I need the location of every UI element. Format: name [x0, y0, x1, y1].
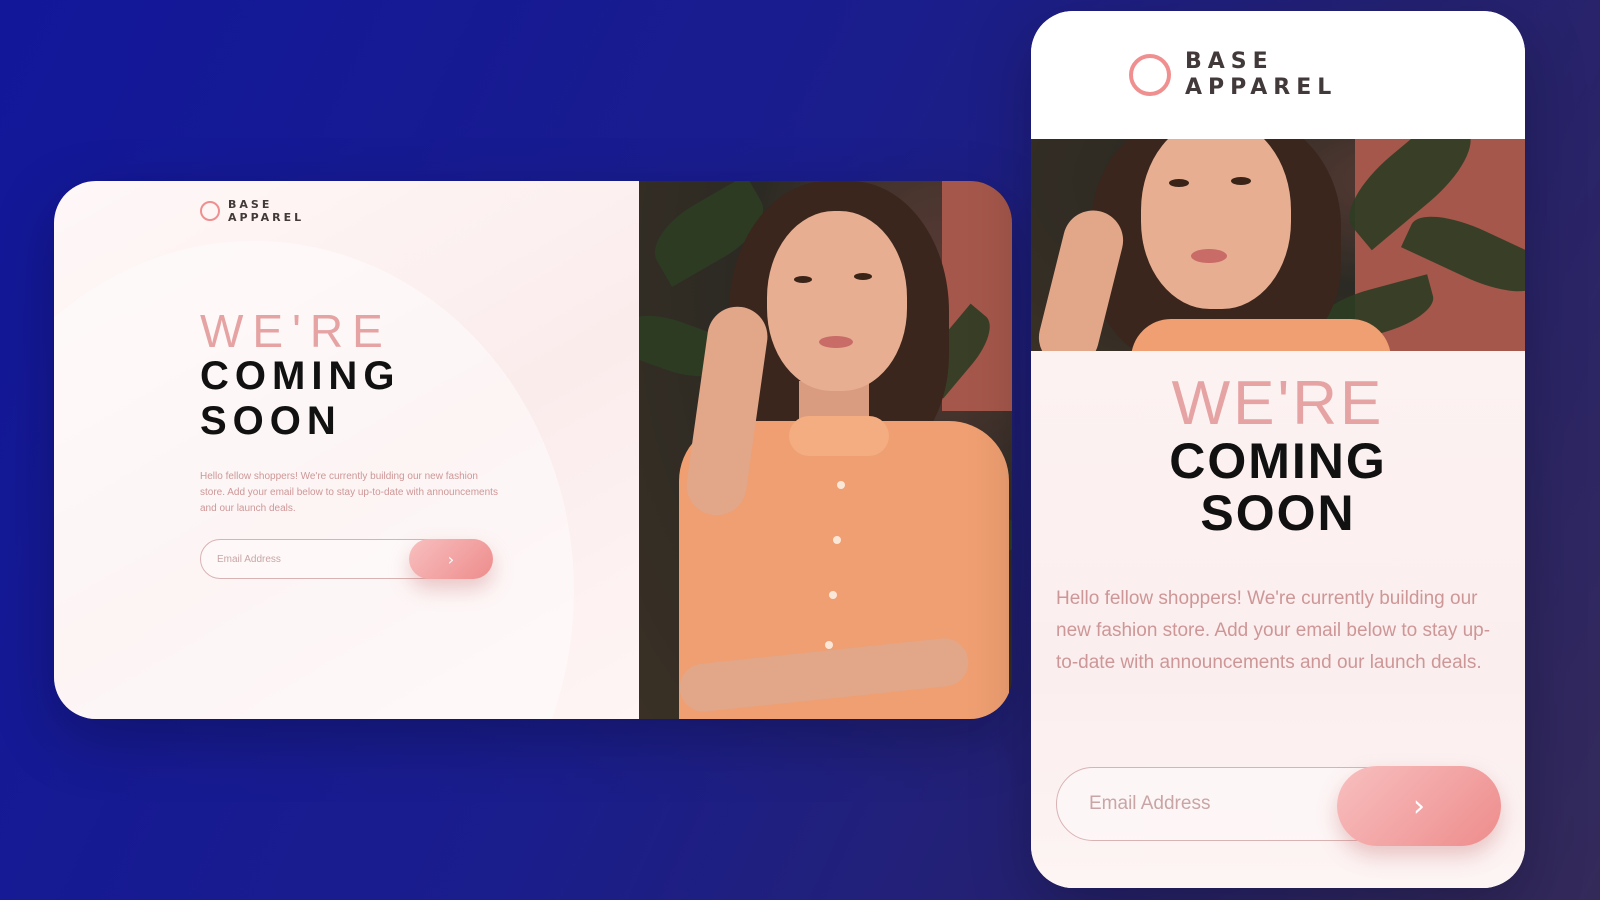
heading-thin: WE'RE: [200, 305, 392, 357]
heading-bold-2: SOON: [200, 399, 342, 443]
chevron-right-icon: ›: [1413, 788, 1425, 824]
brand-logo-mobile[interactable]: BASE APPAREL: [1129, 51, 1337, 99]
desktop-preview: BASE APPAREL WE'RE COMING SOON Hello fel…: [54, 181, 1012, 719]
description-text: Hello fellow shoppers! We're currently b…: [200, 471, 498, 514]
email-form: ›: [200, 539, 493, 579]
submit-button[interactable]: ›: [1337, 766, 1501, 846]
desktop-content-panel: BASE APPAREL WE'RE COMING SOON Hello fel…: [54, 181, 639, 719]
heading-thin: WE'RE: [1171, 369, 1385, 438]
submit-button[interactable]: ›: [409, 539, 493, 579]
logo-line-1: BASE: [1185, 49, 1274, 74]
logo-wordmark: BASE APPAREL: [1185, 51, 1337, 99]
page-heading: WE'RE COMING SOON: [200, 308, 400, 444]
logo-line-2: APPAREL: [1185, 75, 1338, 100]
email-form: ›: [1056, 766, 1501, 846]
logo-wordmark: BASE APPAREL: [228, 199, 304, 223]
heading-bold-2: SOON: [1200, 485, 1356, 541]
hero-photo-mobile: [1031, 139, 1525, 351]
page-heading: WE'RE COMING SOON: [1031, 369, 1525, 541]
mobile-header: BASE APPAREL: [1031, 11, 1525, 139]
hero-photo: [639, 181, 1012, 719]
mobile-content-panel: WE'RE COMING SOON Hello fellow shoppers!…: [1031, 351, 1525, 888]
chevron-right-icon: ›: [447, 549, 455, 569]
heading-bold-1: COMING: [1169, 433, 1387, 489]
woman-photo-image: [639, 181, 1012, 719]
mobile-preview: BASE APPAREL WE'RE COMING SOON Hello fel…: [1031, 11, 1525, 888]
heading-bold-1: COMING: [200, 354, 401, 398]
logo-line-2: APPAREL: [228, 211, 305, 224]
woman-photo-image: [1031, 139, 1525, 351]
logo-ring-icon: [1129, 54, 1171, 96]
logo-ring-icon: [200, 201, 220, 221]
description-text: Hello fellow shoppers! We're currently b…: [1056, 588, 1491, 673]
brand-logo[interactable]: BASE APPAREL: [200, 199, 304, 223]
logo-line-1: BASE: [228, 198, 273, 211]
